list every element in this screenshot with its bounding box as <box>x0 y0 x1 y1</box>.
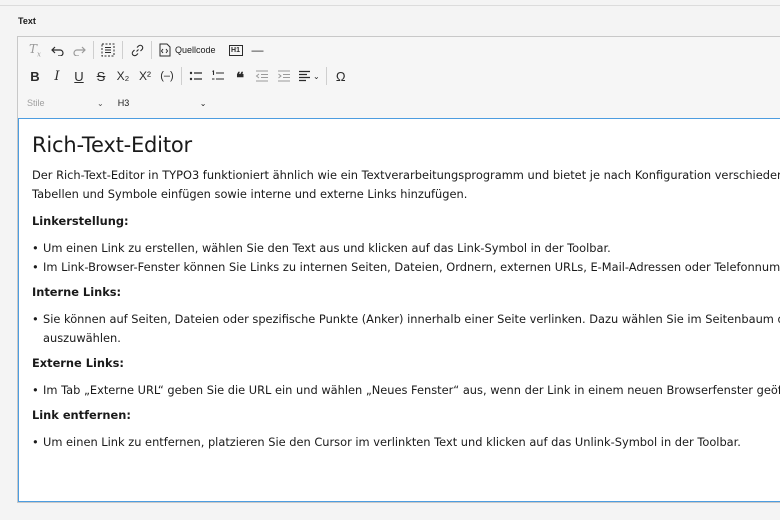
numbered-list-button[interactable] <box>207 65 229 87</box>
h1-icon: H1 <box>228 44 243 56</box>
increase-indent-icon <box>278 70 290 82</box>
link-button[interactable] <box>126 39 148 61</box>
align-left-icon <box>299 70 310 82</box>
top-divider <box>0 0 780 6</box>
horizontal-line-button[interactable]: — <box>247 39 269 61</box>
chevron-down-icon: ⌄ <box>97 98 104 108</box>
rich-text-editor: Tx Quellcode H1 — B I U S X₂ X² (–) ❝ ⌄ … <box>17 36 780 503</box>
intro-line-1: Der Rich-Text-Editor in TYPO3 funktionie… <box>32 168 780 182</box>
toolbar-separator <box>181 67 182 85</box>
decrease-indent-button[interactable] <box>251 65 273 87</box>
toolbar-separator <box>122 41 123 59</box>
list-item-text: Sie können auf Seiten, Dateien oder spez… <box>43 312 780 326</box>
list-item: Im Tab „Externe URL“ geben Sie die URL e… <box>32 381 780 400</box>
field-label: Text <box>18 16 36 26</box>
soft-hyphen-button[interactable]: (–) <box>156 65 178 87</box>
list-item: Um einen Link zu entfernen, platzieren S… <box>32 433 780 452</box>
undo-icon <box>50 46 64 56</box>
link-icon <box>131 44 143 56</box>
list-item: Um einen Link zu erstellen, wählen Sie d… <box>32 239 780 258</box>
blockquote-button[interactable]: ❝ <box>229 65 251 87</box>
omega-icon: Ω <box>335 68 346 84</box>
clear-format-icon: Tx <box>29 41 41 59</box>
chevron-down-icon: ⌄ <box>313 71 320 81</box>
intro-paragraph: Der Rich-Text-Editor in TYPO3 funktionie… <box>32 166 780 204</box>
section-list: Sie können auf Seiten, Dateien oder spez… <box>32 310 780 348</box>
special-character-button[interactable]: Ω <box>330 65 352 87</box>
source-code-label: Quellcode <box>175 45 216 55</box>
source-code-button[interactable]: Quellcode <box>155 39 219 61</box>
numbered-list-icon <box>212 70 224 80</box>
undo-button[interactable] <box>46 39 68 61</box>
toolbar-row-1: Tx Quellcode H1 — <box>24 38 269 62</box>
heading-1-button[interactable]: H1 <box>225 39 247 61</box>
chevron-down-icon: ⌄ <box>199 98 207 108</box>
list-item: Im Link-Browser-Fenster können Sie Links… <box>32 258 780 277</box>
editor-content-area[interactable]: Rich-Text-Editor Der Rich-Text-Editor in… <box>18 118 780 502</box>
format-dropdown-value: H3 <box>117 98 130 108</box>
blockquote-icon: ❝ <box>235 69 245 87</box>
redo-icon <box>72 46 86 56</box>
bulleted-list-icon <box>189 71 202 81</box>
editor-toolbar: Tx Quellcode H1 — B I U S X₂ X² (–) ❝ ⌄ … <box>18 37 780 117</box>
decrease-indent-icon <box>255 70 268 82</box>
section-heading: Link entfernen: <box>32 408 131 422</box>
horizontal-line-icon: — <box>251 43 264 57</box>
toolbar-separator <box>151 41 152 59</box>
section-list: Um einen Link zu entfernen, platzieren S… <box>32 433 780 452</box>
bold-icon: B <box>30 68 40 84</box>
section-list: Um einen Link zu erstellen, wählen Sie d… <box>32 239 780 277</box>
subscript-button[interactable]: X₂ <box>112 65 134 87</box>
increase-indent-button[interactable] <box>273 65 295 87</box>
styles-dropdown-value: Stile <box>27 98 45 108</box>
toolbar-row-2: B I U S X₂ X² (–) ❝ ⌄ Ω <box>24 64 352 88</box>
section-heading: Externe Links: <box>32 356 124 370</box>
list-item-continuation: auszuwählen. <box>43 331 121 345</box>
italic-button[interactable]: I <box>46 65 68 87</box>
superscript-button[interactable]: X² <box>134 65 156 87</box>
redo-button[interactable] <box>68 39 90 61</box>
format-dropdown[interactable]: H3 ⌄ <box>118 93 207 113</box>
content-title: Rich-Text-Editor <box>32 133 192 157</box>
underline-icon: U <box>74 68 84 84</box>
toolbar-separator <box>325 67 327 85</box>
strikethrough-icon: S <box>96 68 106 84</box>
section-list: Im Tab „Externe URL“ geben Sie die URL e… <box>32 381 780 400</box>
subscript-icon: X₂ <box>116 69 130 83</box>
alignment-dropdown-button[interactable]: ⌄ <box>295 65 323 87</box>
list-item: Sie können auf Seiten, Dateien oder spez… <box>32 310 780 348</box>
intro-line-2: Tabellen und Symbole einfügen sowie inte… <box>32 187 468 201</box>
clear-format-button[interactable]: Tx <box>24 39 46 61</box>
underline-button[interactable]: U <box>68 65 90 87</box>
section-heading: Interne Links: <box>32 285 122 299</box>
styles-dropdown[interactable]: Stile ⌄ <box>27 93 104 113</box>
select-all-button[interactable] <box>97 39 119 61</box>
bold-button[interactable]: B <box>24 65 46 87</box>
italic-icon: I <box>54 68 60 84</box>
superscript-icon: X² <box>139 69 151 83</box>
select-all-icon <box>101 43 115 57</box>
source-code-icon <box>159 43 171 57</box>
strikethrough-button[interactable]: S <box>90 65 112 87</box>
soft-hyphen-icon: (–) <box>160 70 174 82</box>
toolbar-row-3: Stile ⌄ H3 ⌄ <box>24 91 206 115</box>
section-heading: Linkerstellung: <box>32 214 129 228</box>
toolbar-separator <box>93 41 94 59</box>
bulleted-list-button[interactable] <box>185 65 207 87</box>
